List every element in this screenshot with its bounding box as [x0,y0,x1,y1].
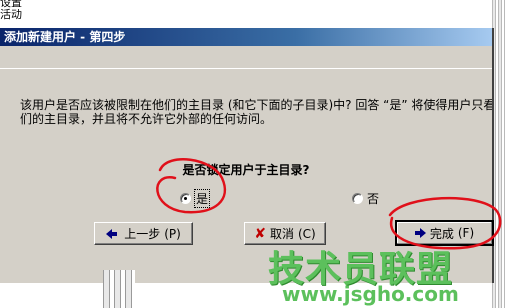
back-button[interactable]: 上一步 (P) [94,222,193,245]
dialog-title: 添加新建用户 - 第四步 [0,28,492,46]
background-menu-item-activity[interactable]: 活动 [0,9,22,21]
radio-yes-label[interactable]: 是 [193,189,211,208]
arrow-left-icon [106,228,118,239]
description-line-2: 们的主目录，并且将不允许它外部的任何访问。 [20,112,273,126]
finish-button-label: 完成 [429,226,454,241]
dialog-header-area [0,46,492,69]
lock-home-question: 是否锁定用户于主目录? [182,163,310,177]
description-line-1: 该用户是否应该被限制在他们的主目录 (和它下面的子目录)中? 回答 “是” 将使… [20,98,492,112]
radio-no[interactable]: 否 [352,190,379,207]
header-divider [0,68,492,69]
background-window: 设置 活动 [0,0,505,28]
radio-no-circle[interactable] [352,193,363,204]
x-icon: ✘ [254,225,266,242]
radio-no-label[interactable]: 否 [367,190,379,207]
finish-button-mnemonic: (F) [457,226,475,240]
cancel-button-mnemonic: (C) [298,226,316,241]
dialog-description: 该用户是否应该被限制在他们的主目录 (和它下面的子目录)中? 回答 “是” 将使… [20,98,492,126]
back-button-label: 上一步 [124,227,161,241]
arrow-right-icon [414,228,426,238]
watermark-url: www.jsgho.com [282,282,459,306]
radio-yes-circle[interactable] [180,193,191,204]
background-vertical-bars [103,270,135,308]
back-button-mnemonic: (P) [164,226,181,241]
radio-yes[interactable]: 是 [180,189,211,208]
